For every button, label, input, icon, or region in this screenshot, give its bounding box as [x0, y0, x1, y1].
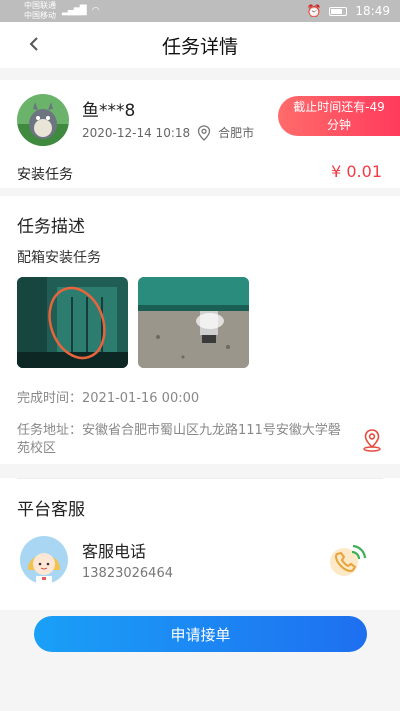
post-date: 2020-12-14 10:18 — [82, 125, 191, 140]
address-text: 任务地址：安徽省合肥市蜀山区九龙路111号安徽大学磬苑校区 — [17, 423, 341, 456]
service-avatar — [17, 536, 71, 584]
call-button[interactable] — [326, 540, 370, 576]
clock: 18:49 — [355, 4, 390, 18]
task-summary-card: 鱼***8 2020-12-14 10:18 合肥市 截止时间还有-49 分钟 … — [0, 80, 400, 188]
deadline-line-2: 分钟 — [326, 118, 351, 132]
signal-icon: ▂▄▆█ — [62, 6, 87, 16]
customer-service-card: 平台客服 客服电话 13823026464 — [0, 478, 400, 610]
back-button[interactable] — [22, 32, 46, 56]
service-label: 客服电话 — [82, 542, 147, 561]
task-photo-1[interactable] — [17, 277, 128, 368]
description-title: 任务描述 — [17, 217, 85, 237]
apply-order-button[interactable]: 申请接单 — [34, 616, 367, 652]
map-location-icon[interactable] — [361, 428, 383, 452]
nav-bar: 任务详情 — [0, 22, 400, 68]
task-description-card: 任务描述 配箱安装任务 完成时间：2021-01-16 00:00 任务地址：安… — [0, 196, 400, 464]
chevron-left-icon — [29, 37, 38, 51]
wifi-icon: ◠ — [91, 6, 100, 16]
city: 合肥市 — [218, 126, 255, 140]
photo-gallery — [17, 277, 383, 368]
status-bar: 中国联通 中国移动 ▂▄▆█ ◠ ⏰ 18:49 — [0, 0, 400, 22]
task-photo-2[interactable] — [138, 277, 249, 368]
completion-time: 完成时间：2021-01-16 00:00 — [17, 391, 200, 406]
page-title: 任务详情 — [161, 35, 238, 58]
description-text: 配箱安装任务 — [17, 250, 101, 266]
service-title: 平台客服 — [17, 500, 85, 520]
location-pin-icon — [197, 124, 211, 141]
carrier-2: 中国移动 — [24, 11, 56, 20]
carrier-info: 中国联通 中国移动 — [24, 1, 56, 21]
deadline-line-1: 截止时间还有-49 — [293, 100, 385, 114]
battery-icon — [329, 6, 348, 16]
phone-icon — [330, 544, 367, 576]
task-name: 安装任务 — [17, 167, 73, 183]
task-meta: 2020-12-14 10:18 合肥市 — [82, 124, 254, 141]
task-address: 任务地址：安徽省合肥市蜀山区九龙路111号安徽大学磬苑校区 — [17, 422, 383, 458]
service-phone-number: 13823026464 — [82, 566, 173, 581]
task-price: ¥ 0.01 — [331, 162, 382, 181]
deadline-badge: 截止时间还有-49 分钟 — [278, 96, 400, 136]
avatar — [17, 94, 69, 146]
alarm-icon: ⏰ — [306, 4, 322, 18]
username: 鱼***8 — [82, 101, 136, 121]
carrier-1: 中国联通 — [24, 1, 56, 10]
